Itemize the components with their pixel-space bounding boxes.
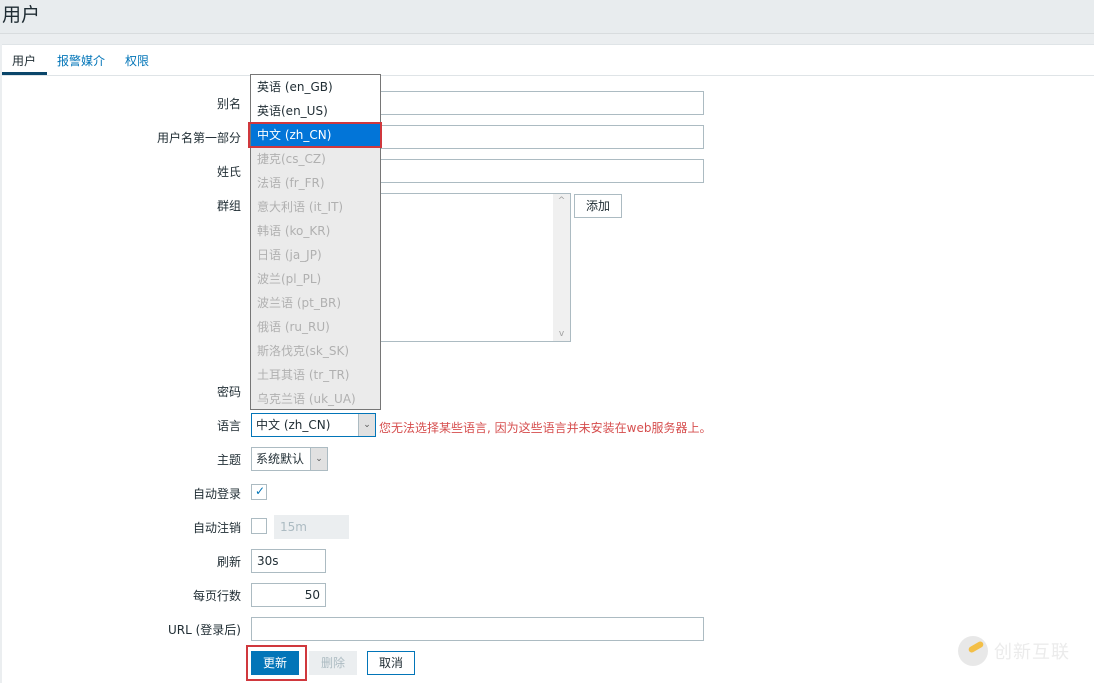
check-icon: ✓ <box>255 484 266 498</box>
language-option: 土耳其语 (tr_TR) <box>257 368 350 382</box>
language-option: 捷克(cs_CZ) <box>257 152 326 166</box>
language-option: 日语 (ja_JP) <box>257 248 322 262</box>
autologout-label: 自动注销 <box>192 521 241 535</box>
url-input[interactable] <box>251 617 704 641</box>
watermark-logo-icon <box>958 636 988 666</box>
surname-label: 姓氏 <box>216 165 241 179</box>
language-option[interactable]: 英语(en_US) <box>251 99 380 123</box>
autologout-input: 15m <box>274 515 349 539</box>
alias-label: 别名 <box>216 97 241 111</box>
language-warning: 您无法选择某些语言, 因为这些语言并未安装在web服务器上。 <box>379 421 712 435</box>
theme-select[interactable]: 系统默认 ⌄ <box>251 447 328 471</box>
password-label: 密码 <box>216 385 241 399</box>
theme-label: 主题 <box>216 453 241 467</box>
refresh-input[interactable]: 30s <box>251 549 326 573</box>
language-option[interactable]: 中文 (zh_CN) <box>251 123 380 147</box>
tab-permissions[interactable]: 权限 <box>125 52 149 69</box>
language-selected-value: 中文 (zh_CN) <box>256 418 331 432</box>
watermark: 创新互联 <box>958 636 1070 666</box>
name-label: 用户名第一部分 <box>156 131 241 145</box>
scroll-up-icon[interactable]: ^ <box>553 196 570 206</box>
theme-selected-value: 系统默认 <box>256 452 305 466</box>
language-option: 意大利语 (it_IT) <box>257 200 344 214</box>
tab-user[interactable]: 用户 <box>12 52 36 69</box>
add-group-button[interactable]: 添加 <box>574 194 622 218</box>
language-dropdown-list[interactable]: 英语 (en_GB) 英语(en_US) 中文 (zh_CN) 捷克(cs_CZ) 法语… <box>250 74 381 410</box>
language-option: 斯洛伐克(sk_SK) <box>257 344 350 358</box>
rows-per-page-label: 每页行数 <box>192 589 241 603</box>
active-tab-indicator <box>2 72 47 75</box>
chevron-down-icon: ⌄ <box>358 414 375 436</box>
language-option: 波兰语 (pt_BR) <box>257 296 342 310</box>
page-header: 用户 <box>0 0 1094 34</box>
language-option: 法语 (fr_FR) <box>257 176 325 190</box>
cancel-button[interactable]: 取消 <box>367 651 415 675</box>
language-option: 波兰(pl_PL) <box>257 272 322 286</box>
groups-label: 群组 <box>216 199 241 213</box>
tab-media[interactable]: 报警媒介 <box>57 52 105 69</box>
language-label: 语言 <box>216 419 241 433</box>
scroll-down-icon[interactable]: v <box>553 329 570 339</box>
language-option: 俄语 (ru_RU) <box>257 320 330 334</box>
update-button[interactable]: 更新 <box>251 651 299 675</box>
language-option: 乌克兰语 (uk_UA) <box>257 392 356 406</box>
language-option[interactable]: 英语 (en_GB) <box>251 75 380 99</box>
chevron-down-icon: ⌄ <box>310 448 327 470</box>
rows-per-page-input[interactable]: 50 <box>251 583 326 607</box>
page-title: 用户 <box>2 4 41 26</box>
delete-button: 删除 <box>309 651 357 675</box>
autologin-checkbox[interactable]: ✓ <box>251 484 267 500</box>
autologout-checkbox[interactable] <box>251 518 267 534</box>
language-option: 韩语 (ko_KR) <box>257 224 331 238</box>
url-label: URL (登录后) <box>168 623 241 637</box>
refresh-label: 刷新 <box>216 555 241 569</box>
tab-bar: 用户 报警媒介 权限 <box>2 45 1094 76</box>
watermark-text: 创新互联 <box>994 642 1070 663</box>
language-select[interactable]: 中文 (zh_CN) ⌄ <box>251 413 376 437</box>
autologin-label: 自动登录 <box>192 487 241 501</box>
groups-scrollbar[interactable]: ^ v <box>553 194 570 341</box>
